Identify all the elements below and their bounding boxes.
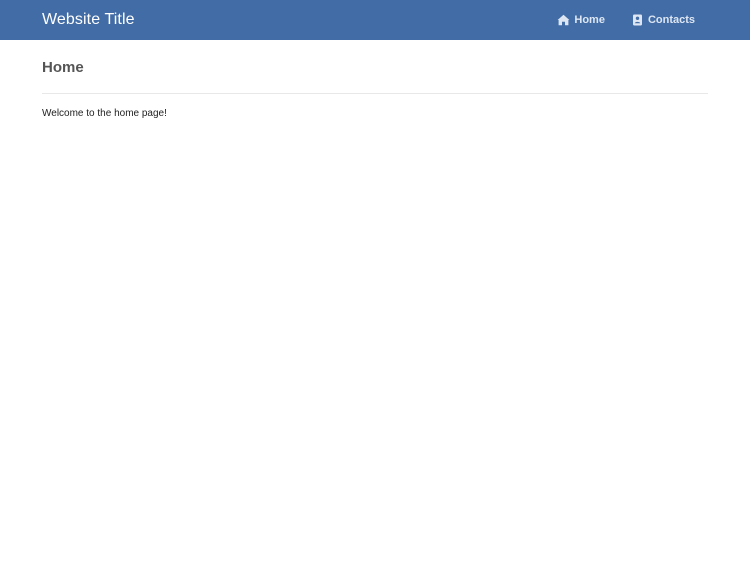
home-icon: [557, 14, 570, 27]
page-title: Home: [42, 59, 84, 76]
nav-link-contacts-label: Contacts: [647, 14, 695, 26]
top-navbar: Website Title Home Contacts: [0, 0, 750, 40]
nav-link-home-label: Home: [574, 14, 605, 26]
main-content: Home Welcome to the home page!: [0, 40, 750, 121]
nav-link-home[interactable]: Home: [557, 14, 605, 27]
title-divider: [42, 93, 708, 94]
site-title[interactable]: Website Title: [42, 0, 135, 40]
welcome-text: Welcome to the home page!: [42, 108, 167, 119]
nav-link-contacts[interactable]: Contacts: [631, 14, 695, 27]
contacts-icon: [631, 14, 644, 27]
main-nav: Home Contacts: [557, 0, 695, 40]
